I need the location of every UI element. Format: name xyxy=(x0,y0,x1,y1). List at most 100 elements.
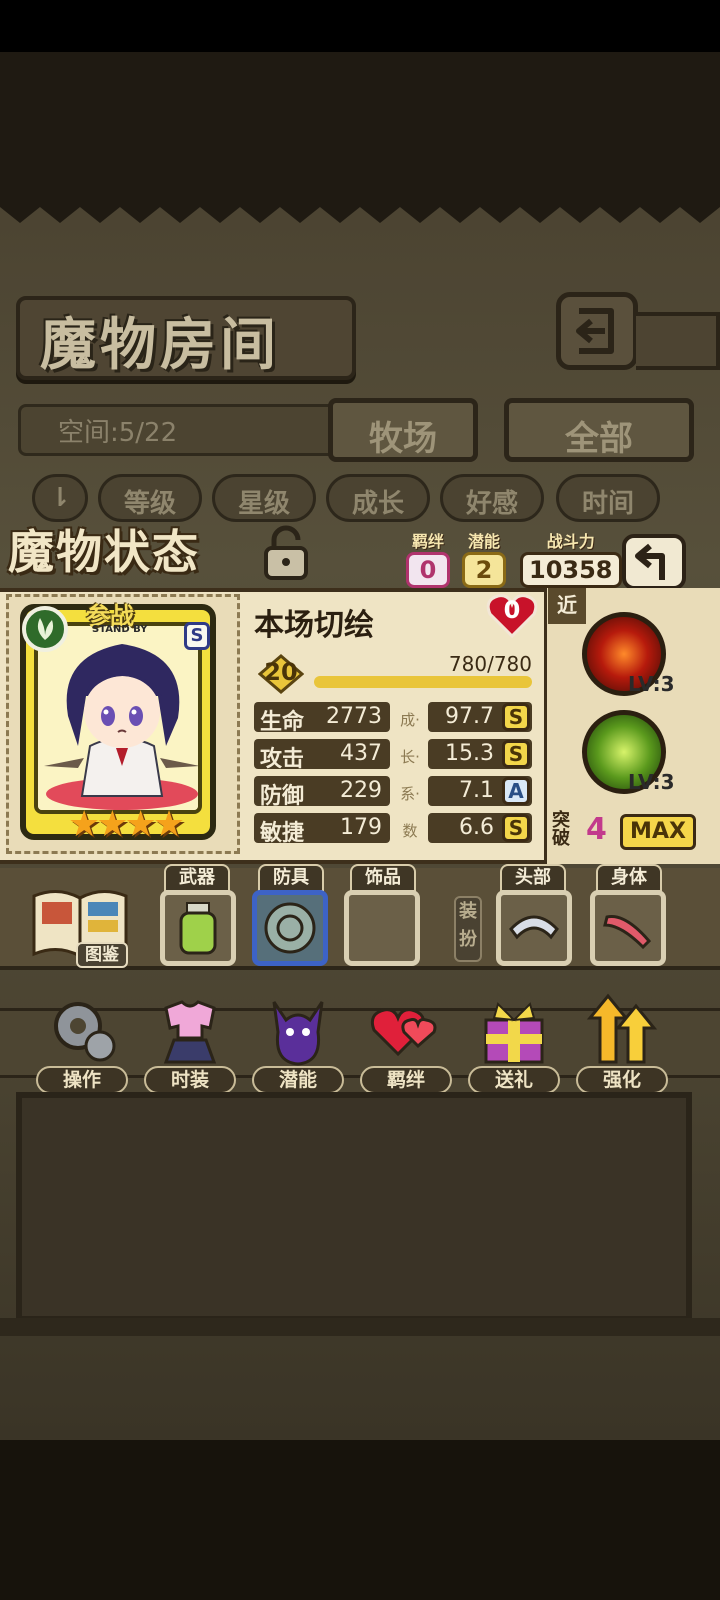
sort-label: 星级 xyxy=(237,489,290,519)
torn-edge xyxy=(0,187,720,223)
exit-button-tab xyxy=(636,312,720,370)
sort-star-button[interactable]: 星级 xyxy=(212,474,316,522)
stat-label: 生命 xyxy=(260,710,305,735)
armor-slot-tag: 防具 xyxy=(258,864,324,892)
potion-bottle-icon xyxy=(179,902,217,955)
body-slot-tag: 身体 xyxy=(596,864,662,892)
demon-icon xyxy=(272,1001,324,1066)
sort-time-button[interactable]: 时间 xyxy=(556,474,660,522)
monster-name: 本场切绘 xyxy=(254,608,374,643)
lower-frame xyxy=(0,1318,720,1336)
background-bottom xyxy=(0,1440,720,1600)
back-arrow-icon xyxy=(635,543,665,580)
exp-bar-fill xyxy=(314,676,532,688)
head-slot-tag: 头部 xyxy=(500,864,566,892)
background-top xyxy=(0,52,720,187)
monster-portrait xyxy=(34,622,202,814)
stat-label: 防御 xyxy=(260,784,305,809)
gift-button[interactable]: 送礼 xyxy=(468,992,560,1096)
growth-grade: S xyxy=(502,740,530,768)
weapon-slot[interactable] xyxy=(160,890,236,966)
stat-label: 攻击 xyxy=(260,747,305,772)
sort-label: 成长 xyxy=(351,489,404,519)
operate-button[interactable]: 操作 xyxy=(36,992,128,1096)
range-tag: 近 xyxy=(548,588,586,624)
growth-grade: S xyxy=(502,703,530,731)
bond-value: 0 xyxy=(406,552,450,588)
body-costume-slot[interactable] xyxy=(590,890,666,966)
potential-value: 2 xyxy=(462,552,506,588)
hearts-icon xyxy=(370,1008,437,1057)
sort-level-button[interactable]: 等级 xyxy=(98,474,202,522)
monster-portrait-image xyxy=(38,626,198,810)
sort-order-button[interactable]: ⇂ xyxy=(32,474,88,522)
growth-value: 7.1 xyxy=(459,778,494,803)
upgrade-arrows-icon xyxy=(586,993,658,1064)
growth-row-agility: 6.6 S xyxy=(428,813,532,843)
star-rating: ★★★★ xyxy=(68,804,185,845)
enhance-button[interactable]: 强化 xyxy=(576,992,668,1096)
tab-all[interactable]: 全部 xyxy=(504,398,694,462)
growth-value: 15.3 xyxy=(445,741,494,766)
potential-stat: 潜能 2 xyxy=(462,528,506,588)
growth-value: 6.6 xyxy=(459,815,494,840)
action-label: 羁绊 xyxy=(360,1066,452,1094)
sort-label: 时间 xyxy=(581,489,634,519)
potential-button[interactable]: 潜能 xyxy=(252,992,344,1096)
lock-icon[interactable] xyxy=(258,524,314,582)
encyclopedia-label[interactable]: 图鉴 xyxy=(76,942,128,968)
stat-row-attack: 攻击 437 xyxy=(254,739,390,772)
stat-row-hp: 生命 2773 xyxy=(254,702,390,735)
armor-slot[interactable] xyxy=(252,890,328,966)
sort-order-icon: ⇂ xyxy=(49,483,71,513)
growth-grade: S xyxy=(502,814,530,842)
sort-growth-button[interactable]: 成长 xyxy=(326,474,430,522)
action-label: 潜能 xyxy=(252,1066,344,1094)
affection-value: 0 xyxy=(503,596,521,624)
bond-stat: 羁绊 0 xyxy=(406,528,450,588)
tab-ranch[interactable]: 牧场 xyxy=(328,398,478,462)
tab-label: 牧场 xyxy=(369,419,437,459)
power-value: 10358 xyxy=(520,552,622,588)
shield-icon xyxy=(264,902,316,954)
action-label: 强化 xyxy=(576,1066,668,1094)
clothing-icon xyxy=(163,1000,217,1064)
stat-value: 179 xyxy=(340,815,382,840)
costume-label: 装扮 xyxy=(454,896,482,962)
stat-row-defense: 防御 229 xyxy=(254,776,390,809)
fashion-button[interactable]: 时装 xyxy=(144,992,236,1096)
growth-row-defense: 7.1 A xyxy=(428,776,532,806)
potential-label: 潜能 xyxy=(467,532,500,551)
stat-value: 437 xyxy=(340,741,382,766)
stat-value: 2773 xyxy=(326,704,382,729)
action-label: 操作 xyxy=(36,1066,128,1094)
rank-badge: S xyxy=(184,622,210,650)
growth-grade: A xyxy=(502,777,530,805)
sort-affection-button[interactable]: 好感 xyxy=(440,474,544,522)
accessory-slot[interactable] xyxy=(344,890,420,966)
max-button[interactable]: MAX xyxy=(620,814,696,850)
back-button[interactable] xyxy=(622,534,686,590)
exit-icon xyxy=(576,308,614,354)
growth-label: 成·长·系·数 xyxy=(400,711,420,840)
bond-button[interactable]: 羁绊 xyxy=(360,992,452,1096)
lower-panel xyxy=(16,1092,692,1322)
head-costume-slot[interactable] xyxy=(496,890,572,966)
action-label: 时装 xyxy=(144,1066,236,1094)
breakthrough-label: 突破 xyxy=(552,810,570,849)
skill-level: LV:3 xyxy=(628,672,675,696)
page-title: 魔物房间 xyxy=(40,312,280,378)
power-label: 战斗力 xyxy=(546,532,595,551)
space-counter: 空间:5/22 xyxy=(58,418,178,448)
accessory-slot-tag: 饰品 xyxy=(350,864,416,892)
sort-label: 等级 xyxy=(123,489,176,519)
growth-row-hp: 97.7 S xyxy=(428,702,532,732)
stat-value: 229 xyxy=(340,778,382,803)
standby-sub-label: STAND BY xyxy=(92,624,148,635)
exit-button[interactable] xyxy=(556,292,638,370)
scarf-icon xyxy=(603,915,652,950)
stat-row-agility: 敏捷 179 xyxy=(254,813,390,846)
headband-icon xyxy=(509,915,559,940)
gift-box-icon xyxy=(484,1002,544,1064)
skill-level: LV:3 xyxy=(628,770,675,794)
